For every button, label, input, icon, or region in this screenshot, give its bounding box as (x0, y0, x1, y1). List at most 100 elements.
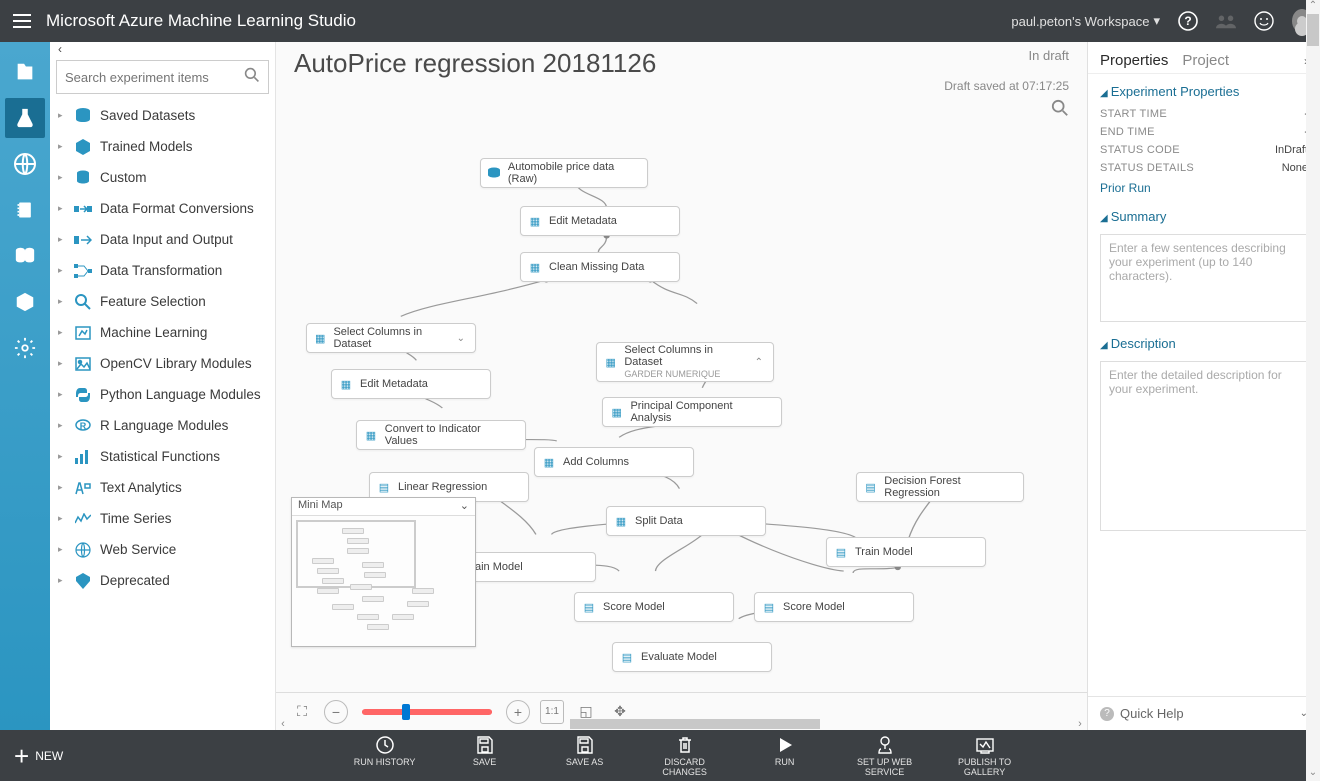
prop-end-time: END TIME- (1100, 123, 1308, 141)
palette-search[interactable] (56, 60, 269, 94)
node-select-columns-1[interactable]: ▦Select Columns in Dataset⌄ (306, 323, 476, 353)
rail-datasets-icon[interactable] (5, 236, 45, 276)
scroll-down-arrow[interactable]: ⌄ (1306, 767, 1320, 781)
description-textarea[interactable]: Enter the detailed description for your … (1100, 361, 1308, 531)
discard-button[interactable]: DISCARD CHANGES (654, 735, 716, 777)
experiment-title[interactable]: AutoPrice regression 20181126 (294, 48, 656, 79)
ml-node-icon: ▤ (619, 649, 635, 665)
database-icon (74, 169, 92, 187)
help-icon[interactable]: ? (1178, 11, 1198, 31)
people-icon[interactable] (1216, 11, 1236, 31)
node-automobile-price-data[interactable]: Automobile price data (Raw) (480, 158, 648, 188)
node-edit-metadata-1[interactable]: ▦Edit Metadata (520, 206, 680, 236)
section-experiment-properties[interactable]: ◢Experiment Properties (1088, 74, 1320, 105)
node-split-data[interactable]: ▦Split Data (606, 506, 766, 536)
minimap-body[interactable] (292, 516, 475, 646)
svg-text:R: R (80, 421, 87, 431)
node-pca[interactable]: ▦Principal Component Analysis (602, 397, 782, 427)
palette-category-text-analytics[interactable]: ▸Text Analytics (50, 472, 275, 503)
node-select-columns-2[interactable]: ▦Select Columns in DatasetGARDER NUMERIQ… (596, 342, 774, 382)
node-score-model-1[interactable]: ▤Score Model (574, 592, 734, 622)
ml-icon (74, 324, 92, 342)
palette-category-opencv[interactable]: ▸OpenCV Library Modules (50, 348, 275, 379)
scroll-right-arrow[interactable]: › (1073, 718, 1087, 730)
palette-category-r[interactable]: ▸RR Language Modules (50, 410, 275, 441)
rail-experiments-icon[interactable] (5, 98, 45, 138)
chevron-up-icon: ⌃ (755, 357, 763, 368)
zoom-slider[interactable] (362, 710, 492, 714)
scroll-thumb[interactable] (570, 719, 820, 729)
top-header: Microsoft Azure Machine Learning Studio … (0, 0, 1320, 42)
palette-category-machine-learning[interactable]: ▸Machine Learning (50, 317, 275, 348)
palette-category-trained-models[interactable]: ▸Trained Models (50, 131, 275, 162)
text-icon (74, 479, 92, 497)
section-description[interactable]: ◢Description (1088, 326, 1320, 357)
rail-models-icon[interactable] (5, 282, 45, 322)
rail-webservices-icon[interactable] (5, 144, 45, 184)
palette-category-custom[interactable]: ▸Custom (50, 162, 275, 193)
node-add-columns[interactable]: ▦Add Columns (534, 447, 694, 477)
vscroll-thumb[interactable] (1307, 14, 1319, 46)
palette-category-deprecated[interactable]: ▸Deprecated (50, 565, 275, 596)
palette-category-data-transform[interactable]: ▸Data Transformation (50, 255, 275, 286)
experiment-canvas[interactable]: Automobile price data (Raw) ▦Edit Metada… (276, 124, 1087, 692)
scroll-up-arrow[interactable]: ⌃ (1306, 0, 1320, 14)
scroll-left-arrow[interactable]: ‹ (276, 718, 290, 730)
node-convert-indicator[interactable]: ▦Convert to Indicator Values (356, 420, 526, 450)
prior-run-link[interactable]: Prior Run (1088, 177, 1320, 199)
new-button[interactable]: + NEW (14, 746, 63, 766)
chevron-down-icon[interactable]: ⌄ (460, 499, 469, 514)
rail-settings-icon[interactable] (5, 328, 45, 368)
run-button[interactable]: RUN (754, 735, 816, 777)
module-icon: ▦ (527, 259, 543, 275)
datasets-icon (74, 107, 92, 125)
palette-category-data-io[interactable]: ▸Data Input and Output (50, 224, 275, 255)
run-history-button[interactable]: RUN HISTORY (354, 735, 416, 777)
node-edit-metadata-2[interactable]: ▦Edit Metadata (331, 369, 491, 399)
workspace-label: paul.peton's Workspace (1011, 14, 1149, 29)
horizontal-scrollbar[interactable]: ‹ › (276, 718, 1087, 730)
palette-list: ▸Saved Datasets ▸Trained Models ▸Custom … (50, 100, 275, 730)
hamburger-menu-button[interactable] (8, 7, 36, 35)
tab-properties[interactable]: Properties (1100, 52, 1168, 69)
setup-webservice-button[interactable]: SET UP WEB SERVICE (854, 735, 916, 777)
node-clean-missing-data[interactable]: ▦Clean Missing Data (520, 252, 680, 282)
experiment-status: In draft (944, 48, 1069, 63)
quick-help-toggle[interactable]: ? Quick Help ⌄ (1088, 696, 1320, 730)
save-button[interactable]: SAVE (454, 735, 516, 777)
vertical-scrollbar[interactable]: ⌃ ⌄ (1306, 0, 1320, 781)
save-as-button[interactable]: SAVE AS (554, 735, 616, 777)
module-icon: ▦ (363, 427, 379, 443)
summary-textarea[interactable]: Enter a few sentences describing your ex… (1100, 234, 1308, 322)
module-icon: ▦ (541, 454, 557, 470)
module-icon: ▦ (603, 354, 618, 370)
workspace-dropdown[interactable]: paul.peton's Workspace ▾ (1011, 13, 1160, 29)
palette-category-web-service[interactable]: ▸Web Service (50, 534, 275, 565)
node-evaluate-model[interactable]: ▤Evaluate Model (612, 642, 772, 672)
canvas-search-icon[interactable] (944, 99, 1069, 122)
module-icon: ▦ (313, 330, 327, 346)
palette-category-feature-selection[interactable]: ▸Feature Selection (50, 286, 275, 317)
publish-gallery-button[interactable]: PUBLISH TO GALLERY (954, 735, 1016, 777)
palette-category-time-series[interactable]: ▸Time Series (50, 503, 275, 534)
deprecated-icon (74, 572, 92, 590)
rail-notebooks-icon[interactable] (5, 190, 45, 230)
palette-category-statistical[interactable]: ▸Statistical Functions (50, 441, 275, 472)
node-decision-forest[interactable]: ▤Decision Forest Regression (856, 472, 1024, 502)
palette-collapse-button[interactable]: ‹ (50, 42, 275, 58)
dataset-node-icon (487, 165, 502, 181)
node-train-model-2[interactable]: ▤Train Model (826, 537, 986, 567)
palette-category-data-format[interactable]: ▸Data Format Conversions (50, 193, 275, 224)
palette-search-input[interactable] (65, 70, 244, 85)
node-score-model-2[interactable]: ▤Score Model (754, 592, 914, 622)
palette-category-saved-datasets[interactable]: ▸Saved Datasets (50, 100, 275, 131)
rail-projects-icon[interactable] (5, 52, 45, 92)
smile-feedback-icon[interactable] (1254, 11, 1274, 31)
tab-project[interactable]: Project (1182, 52, 1229, 69)
minimap[interactable]: Mini Map⌄ (291, 497, 476, 647)
ml-node-icon: ▤ (581, 599, 597, 615)
app-brand-title: Microsoft Azure Machine Learning Studio (46, 11, 1011, 31)
section-summary[interactable]: ◢Summary (1088, 199, 1320, 230)
palette-category-python[interactable]: ▸Python Language Modules (50, 379, 275, 410)
left-icon-rail (0, 42, 50, 730)
